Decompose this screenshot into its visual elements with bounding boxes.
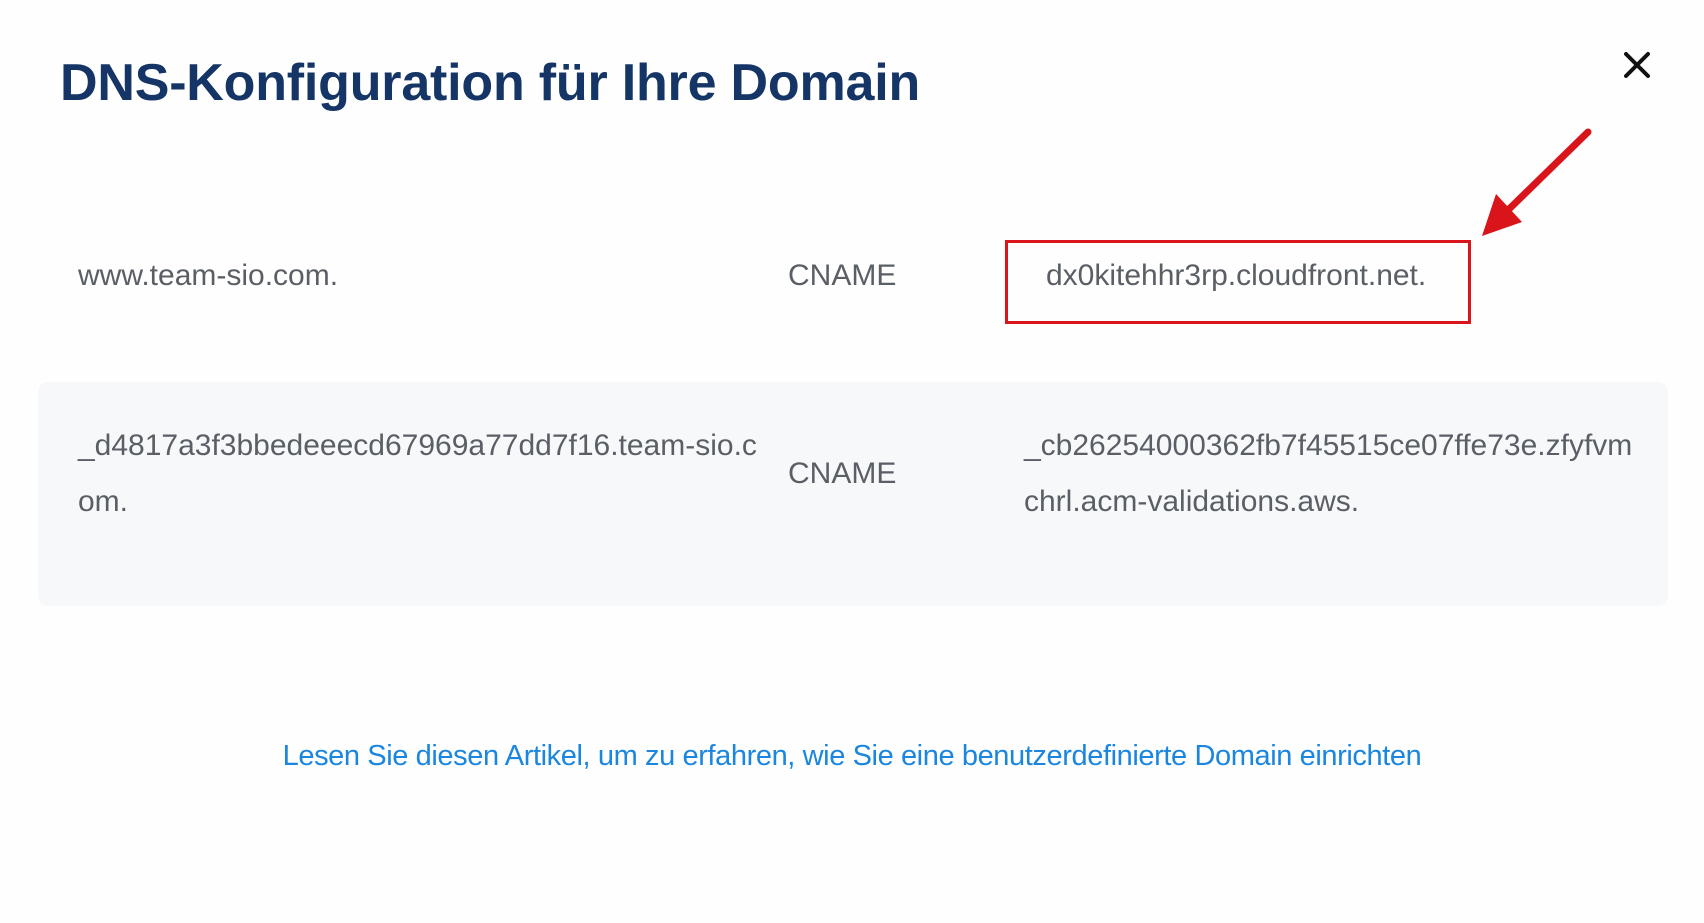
record-value[interactable]: _cb26254000362fb7f45515ce07ffe73e.zfyfvm… — [1024, 418, 1644, 530]
dns-record-row: _d4817a3f3bbedeeecd67969a77dd7f16.team-s… — [38, 382, 1668, 606]
record-value[interactable]: dx0kitehhr3rp.cloudfront.net. — [1046, 248, 1506, 304]
close-icon — [1624, 52, 1650, 78]
record-type: CNAME — [788, 259, 897, 292]
record-name[interactable]: www.team-sio.com. — [78, 248, 718, 304]
dns-config-dialog: DNS-Konfiguration für Ihre Domain www.te… — [0, 0, 1704, 923]
close-button[interactable] — [1614, 42, 1660, 88]
dialog-title: DNS-Konfiguration für Ihre Domain — [60, 54, 921, 112]
record-type: CNAME — [788, 457, 897, 490]
help-article-link[interactable]: Lesen Sie diesen Artikel, um zu erfahren… — [0, 740, 1704, 773]
dns-record-row: www.team-sio.com. CNAME dx0kitehhr3rp.cl… — [38, 198, 1668, 382]
dns-records-table: www.team-sio.com. CNAME dx0kitehhr3rp.cl… — [38, 198, 1668, 606]
record-name[interactable]: _d4817a3f3bbedeeecd67969a77dd7f16.team-s… — [78, 418, 758, 530]
